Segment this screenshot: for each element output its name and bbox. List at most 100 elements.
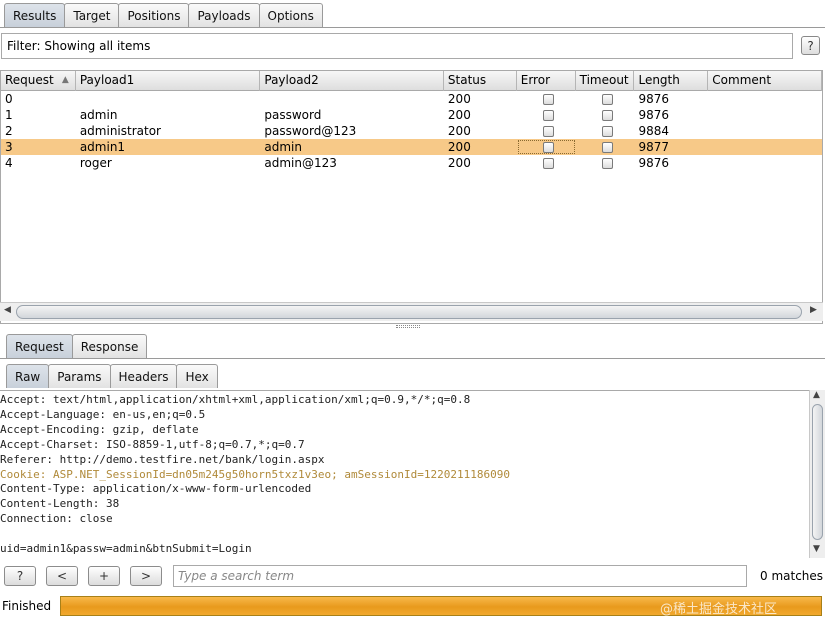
rr-tab-divider [0,358,825,359]
raw-line: Accept-Charset: ISO-8859-1,utf-8;q=0.7,*… [0,437,305,451]
search-input[interactable]: Type a search term [173,565,747,587]
table-row[interactable]: 1 admin password 200 9876 [1,107,822,123]
raw-line: Accept-Encoding: gzip, deflate [0,422,199,436]
cell-error [517,139,576,155]
table-header: Request ▲ Payload1 Payload2 Status Error … [1,71,822,91]
cell-status: 200 [447,124,471,138]
vertical-scrollbar-thumb[interactable] [812,404,823,540]
cell-comment [708,139,822,155]
column-header-request[interactable]: Request ▲ [1,71,76,91]
raw-line: Accept-Language: en-us,en;q=0.5 [0,407,206,421]
cell-status: 200 [447,92,471,106]
cell-status: 200 [447,156,471,170]
error-checkbox[interactable] [542,93,554,105]
cell-length: 9884 [638,124,670,138]
search-previous-button[interactable]: < [46,566,78,586]
cell-error [517,107,576,123]
scrollbar-thumb[interactable] [16,305,802,319]
sort-ascending-icon: ▲ [61,75,69,85]
results-table: Request ▲ Payload1 Payload2 Status Error … [0,70,823,324]
column-header-length[interactable]: Length [634,71,709,91]
cell-payload2: password@123 [264,124,357,138]
raw-line: uid=admin1&passw=admin&btnSubmit=Login [0,542,252,556]
error-checkbox[interactable] [542,109,554,121]
tab-response[interactable]: Response [71,334,148,358]
table-row[interactable]: 0 200 9876 [1,91,822,107]
tab-payloads[interactable]: Payloads [188,3,260,27]
cell-payload2 [260,91,444,107]
table-row[interactable]: 4 roger admin@123 200 9876 [1,155,822,171]
tab-params[interactable]: Params [48,364,111,388]
cell-payload1 [76,91,261,107]
raw-line: Referer: http://demo.testfire.net/bank/l… [0,452,325,466]
tab-target[interactable]: Target [64,3,120,27]
filter-label: Filter: Showing all items [7,39,151,53]
cell-request: 4 [5,156,13,170]
split-pane-grip[interactable] [396,325,420,328]
tab-results[interactable]: Results [4,3,66,27]
message-view-tabs: Raw Params Headers Hex [6,364,218,388]
timeout-checkbox[interactable] [601,141,613,153]
watermark: @稀土掘金技术社区 [660,602,778,617]
cell-timeout [576,139,635,155]
table-row[interactable]: 2 administrator password@123 200 9884 [1,123,822,139]
timeout-checkbox[interactable] [601,93,613,105]
raw-line: Content-Type: application/x-www-form-url… [0,482,312,496]
search-add-button[interactable]: + [88,566,120,586]
cell-comment [708,91,822,107]
search-matches-count: 0 matches [760,569,824,583]
timeout-checkbox[interactable] [601,125,613,137]
column-header-payload1[interactable]: Payload1 [76,71,261,91]
raw-request-text[interactable]: Accept: text/html,application/xhtml+xml,… [0,391,823,557]
cell-length: 9876 [638,108,670,122]
raw-line: Content-Length: 38 [0,497,120,511]
cell-comment [708,107,822,123]
vertical-scrollbar[interactable]: ▲ ▼ [809,390,825,558]
raw-line: Cookie: ASP.NET_SessionId=dn05m245g50hor… [0,467,510,481]
error-checkbox[interactable] [542,157,554,169]
cell-payload2: admin@123 [264,156,337,170]
cell-request: 3 [5,140,13,154]
cell-payload1: administrator [79,124,161,138]
timeout-checkbox[interactable] [601,109,613,121]
tab-positions[interactable]: Positions [118,3,190,27]
tab-request[interactable]: Request [6,334,73,358]
error-checkbox[interactable] [542,141,554,153]
scroll-right-icon[interactable]: ▶ [810,305,817,315]
cell-request: 0 [5,92,13,106]
column-header-comment[interactable]: Comment [708,71,822,91]
cell-timeout [576,107,635,123]
timeout-checkbox[interactable] [601,157,613,169]
scroll-up-icon[interactable]: ▲ [813,390,820,400]
cell-length: 9877 [638,140,670,154]
cell-payload2: password [264,108,322,122]
horizontal-scrollbar[interactable]: ◀ ▶ [0,302,823,321]
tab-raw[interactable]: Raw [6,364,50,388]
cell-length: 9876 [638,156,670,170]
search-next-button[interactable]: > [130,566,162,586]
column-header-timeout[interactable]: Timeout [576,71,635,91]
column-header-error[interactable]: Error [517,71,576,91]
error-checkbox[interactable] [542,125,554,137]
cell-request: 1 [5,108,13,122]
scroll-down-icon[interactable]: ▼ [813,544,820,554]
cell-length: 9876 [638,92,670,106]
scroll-left-icon[interactable]: ◀ [4,305,11,315]
column-header-payload2[interactable]: Payload2 [260,71,444,91]
tab-options[interactable]: Options [258,3,323,27]
tab-headers[interactable]: Headers [109,364,178,388]
filter-bar[interactable]: Filter: Showing all items [1,33,793,59]
request-response-tabs: Request Response [6,334,148,358]
cell-timeout [576,123,635,139]
column-header-status[interactable]: Status [444,71,517,91]
cell-error [517,91,576,107]
help-icon[interactable]: ? [801,36,820,55]
top-tab-divider [0,27,825,28]
top-tab-strip: Results Target Positions Payloads Option… [4,3,323,27]
tab-hex[interactable]: Hex [176,364,218,388]
raw-request-editor[interactable]: Accept: text/html,application/xhtml+xml,… [0,390,823,558]
table-row[interactable]: 3 admin1 admin 200 9877 [1,139,822,155]
cell-payload1: admin1 [79,140,126,154]
search-help-button[interactable]: ? [4,566,36,586]
cell-comment [708,155,822,171]
